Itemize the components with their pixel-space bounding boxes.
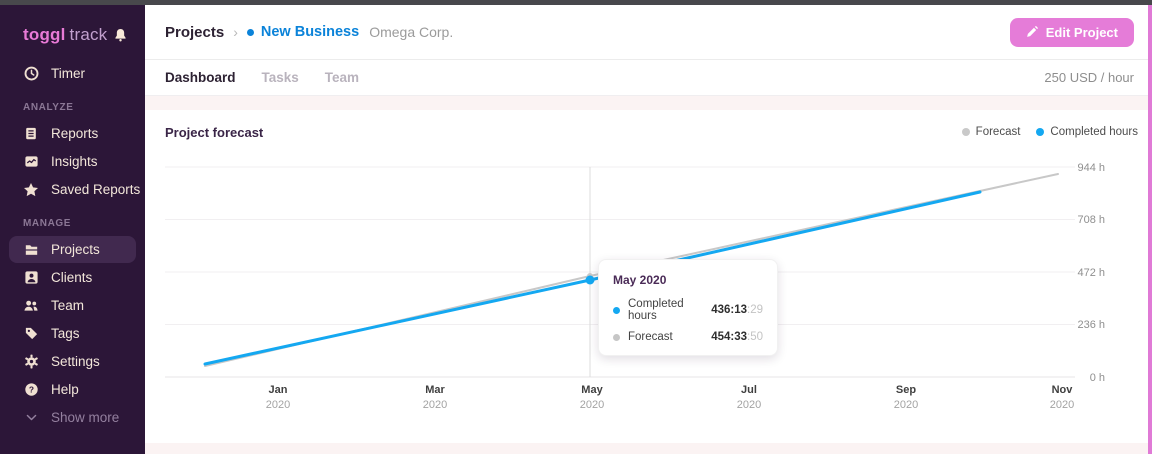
sidebar-item-settings[interactable]: Settings [9,348,136,375]
svg-text:Nov: Nov [1052,384,1074,396]
breadcrumb-project-name[interactable]: New Business [261,24,359,40]
bell-icon[interactable] [112,27,128,43]
chevron-down-icon [23,410,39,426]
pencil-icon [1026,26,1038,38]
svg-text:2020: 2020 [580,399,604,411]
sidebar-logo-row: toggl track [0,10,145,60]
sidebar-item-label: Reports [51,126,99,141]
client-icon [23,270,39,286]
app-window: toggl track Timer ANALYZE Reports Insight… [0,0,1152,454]
sidebar-item-insights[interactable]: Insights [9,148,136,175]
tab-dashboard[interactable]: Dashboard [165,70,236,85]
sidebar-item-label: Insights [51,154,98,169]
svg-text:2020: 2020 [423,399,447,411]
main-content: Projects › New Business Omega Corp. Edit… [145,5,1152,454]
billable-rate: 250 USD / hour [1044,70,1134,85]
svg-text:?: ? [28,385,33,395]
svg-text:Jan: Jan [269,384,288,396]
tooltip-forecast-label: Forecast [628,331,673,343]
tooltip-forecast-dot [613,333,620,341]
team-icon [23,298,39,314]
svg-text:May: May [581,384,603,396]
x-axis-labels: Jan 2020 Mar 2020 May 2020 Jul 2020 Sep … [266,384,1074,411]
svg-text:236 h: 236 h [1077,319,1105,331]
y-axis-labels: 944 h 708 h 472 h 236 h 0 h [1077,162,1105,384]
tooltip-completed-value: 436:13:29 [711,304,763,316]
edit-project-button[interactable]: Edit Project [1009,17,1134,47]
tab-team[interactable]: Team [325,70,359,85]
sidebar-item-show-more[interactable]: Show more [9,404,136,431]
star-icon [23,182,39,198]
edit-project-label: Edit Project [1045,24,1118,40]
svg-text:Jul: Jul [741,384,757,396]
svg-text:708 h: 708 h [1077,214,1105,226]
svg-text:0 h: 0 h [1090,372,1105,384]
sidebar-item-label: Tags [51,326,80,341]
breadcrumb-client-name: Omega Corp. [369,24,454,40]
browser-top-edge [0,0,1152,5]
project-forecast-card: Project forecast Forecast Completed hour… [145,110,1152,443]
sidebar-item-reports[interactable]: Reports [9,120,136,147]
background-band-top [145,96,1152,110]
tab-tasks[interactable]: Tasks [262,70,299,85]
tooltip-row-forecast: Forecast 454:33:50 [613,331,763,343]
window-right-accent [1148,5,1152,454]
tooltip-row-completed: Completed hours 436:13:29 [613,298,763,322]
tooltip-title: May 2020 [613,273,667,287]
report-icon [23,126,39,142]
toggl-track-logo[interactable]: toggl track [23,25,107,45]
chart-tooltip: May 2020 Completed hours 436:13:29 Forec… [598,259,778,356]
sidebar-item-label: Team [51,298,85,313]
project-tabs: Dashboard Tasks Team 250 USD / hour [145,60,1152,96]
sidebar-item-label: Saved Reports [51,182,141,197]
svg-text:Sep: Sep [896,384,916,396]
sidebar-item-clients[interactable]: Clients [9,264,136,291]
sidebar-item-label: Show more [51,410,120,425]
sidebar-item-tags[interactable]: Tags [9,320,136,347]
logo-track: track [69,25,108,44]
sidebar: toggl track Timer ANALYZE Reports Insight… [0,0,145,454]
svg-text:2020: 2020 [894,399,918,411]
breadcrumb-projects[interactable]: Projects [165,24,224,41]
sidebar-item-projects[interactable]: Projects [9,236,136,263]
svg-text:2020: 2020 [266,399,290,411]
help-icon: ? [23,382,39,398]
svg-text:944 h: 944 h [1077,162,1105,174]
gear-icon [23,354,39,370]
tag-icon [23,326,39,342]
svg-text:2020: 2020 [737,399,761,411]
insights-icon [23,154,39,170]
completed-hover-point [585,275,595,285]
project-color-dot [246,28,254,36]
sidebar-section-manage: MANAGE [23,218,72,229]
breadcrumb-separator: › [233,24,238,40]
sidebar-item-saved-reports[interactable]: Saved Reports [9,176,140,203]
sidebar-item-team[interactable]: Team [9,292,136,319]
sidebar-item-help[interactable]: ? Help [9,376,136,403]
sidebar-section-analyze: ANALYZE [23,102,74,113]
tooltip-completed-dot [613,306,620,314]
tooltip-forecast-value: 454:33:50 [711,331,763,343]
sidebar-item-label: Timer [51,66,85,81]
logo-toggl: toggl [23,25,66,44]
sidebar-item-label: Clients [51,270,93,285]
clock-icon [23,66,39,82]
folder-icon [23,242,39,258]
sidebar-item-timer[interactable]: Timer [9,60,136,87]
svg-text:Mar: Mar [425,384,445,396]
page-header: Projects › New Business Omega Corp. Edit… [145,5,1152,60]
sidebar-item-label: Settings [51,354,100,369]
svg-text:2020: 2020 [1050,399,1074,411]
background-band-bottom [145,443,1152,454]
tooltip-completed-label: Completed hours [628,298,684,322]
sidebar-item-label: Projects [51,242,100,257]
svg-text:472 h: 472 h [1077,267,1105,279]
sidebar-item-label: Help [51,382,79,397]
